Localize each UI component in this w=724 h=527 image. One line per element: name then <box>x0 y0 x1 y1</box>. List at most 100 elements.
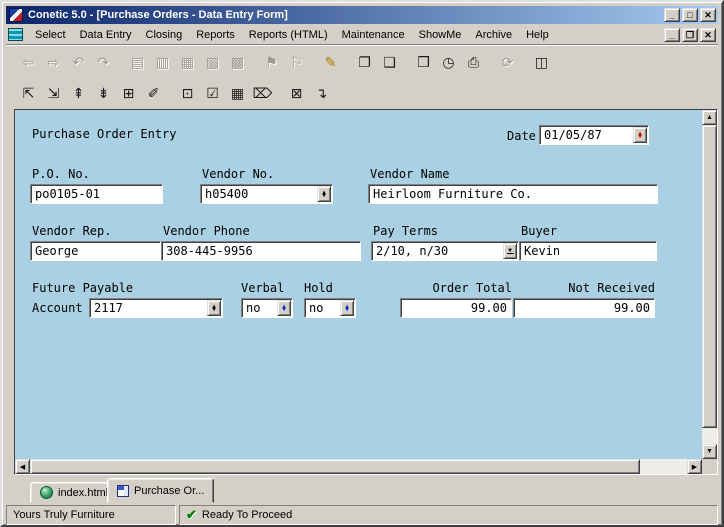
refresh-icon[interactable]: ⟳ <box>495 52 520 74</box>
app-icon <box>9 8 23 22</box>
menu-reports[interactable]: Reports <box>189 26 242 44</box>
pay-terms-input[interactable] <box>372 242 518 260</box>
edit-icon[interactable]: ✎ <box>318 52 343 74</box>
paste-icon[interactable]: ❑ <box>377 52 402 74</box>
mdi-minimize-button[interactable]: _ <box>664 28 680 42</box>
scroll-right-button[interactable]: ▶ <box>687 459 702 474</box>
menu-data-entry[interactable]: Data Entry <box>73 26 139 44</box>
toolbar-row-1: ⇦ ⇨ ↶ ↷ ▤ ▥ ▦ ▧ ▩ ⚑ ⚐ ✎ ❐ ❑ ❒ ◷ ⎙ ⟳ ◫ <box>6 47 718 79</box>
run-icon[interactable]: ↴ <box>309 83 334 105</box>
tab-index-html[interactable]: index.html <box>30 482 118 503</box>
date-spinner[interactable]: ▲ ▼ <box>633 127 647 143</box>
form-title: Purchase Order Entry <box>32 127 177 141</box>
form-icon[interactable] <box>8 28 23 41</box>
grid-icon[interactable]: ▦ <box>175 52 200 74</box>
exit-icon[interactable]: ◫ <box>529 52 554 74</box>
company-name: Yours Truly Furniture <box>13 509 115 521</box>
scroll-down-button[interactable]: ▼ <box>702 444 717 459</box>
pay-terms-field: ▼ <box>371 241 519 261</box>
order-total-input[interactable] <box>401 299 511 317</box>
scrollbar-corner <box>702 459 717 474</box>
vendor-number-field: ▲ ▼ <box>200 184 333 204</box>
po-number-input[interactable] <box>31 185 162 203</box>
mdi-window-controls: _ ❐ ✕ <box>664 28 718 42</box>
report-icon[interactable]: ▤ <box>125 52 150 74</box>
doc-last-icon[interactable]: ⇲ <box>41 83 66 105</box>
date-input[interactable] <box>540 126 648 144</box>
order-total-label: Order Total <box>400 281 512 295</box>
account-field: ▲ ▼ <box>89 298 223 318</box>
menu-archive[interactable]: Archive <box>468 26 519 44</box>
hold-spinner[interactable]: ▲ ▼ <box>340 300 354 316</box>
pay-terms-dropdown-button[interactable]: ▼ <box>503 243 517 259</box>
not-received-field <box>513 298 655 318</box>
page-down-icon[interactable]: ⇟ <box>91 83 116 105</box>
scroll-left-button[interactable]: ◀ <box>15 459 30 474</box>
new-doc-icon[interactable]: ⊞ <box>116 83 141 105</box>
delete-icon[interactable]: ⌦ <box>250 83 275 105</box>
menu-help[interactable]: Help <box>519 26 556 44</box>
vendor-number-label: Vendor No. <box>202 167 274 181</box>
verify-icon[interactable]: ☑ <box>200 83 225 105</box>
forward-icon[interactable]: ⇨ <box>41 52 66 74</box>
calculator-icon[interactable]: ▦ <box>225 83 250 105</box>
account-spinner[interactable]: ▲ ▼ <box>207 300 221 316</box>
tab-label: index.html <box>58 487 108 499</box>
monitor-icon[interactable]: ⊡ <box>175 83 200 105</box>
menu-showme[interactable]: ShowMe <box>412 26 469 44</box>
list-icon[interactable]: ▥ <box>150 52 175 74</box>
status-panel: ✔ Ready To Proceed <box>179 505 718 525</box>
clock-icon[interactable]: ◷ <box>436 52 461 74</box>
account-input[interactable] <box>90 299 222 317</box>
vendor-rep-input[interactable] <box>31 242 160 260</box>
flag-outline-icon[interactable]: ⚐ <box>284 52 309 74</box>
table-icon[interactable]: ⊠ <box>284 83 309 105</box>
purchase-order-form: Purchase Order Entry Date ▲ ▼ P.O. No. V… <box>15 110 702 459</box>
vertical-scrollbar[interactable]: ▲ ▼ <box>702 110 717 459</box>
buyer-input[interactable] <box>520 242 656 260</box>
window-icon[interactable]: ❒ <box>411 52 436 74</box>
window-title: Conetic 5.0 - [Purchase Orders - Data En… <box>28 9 664 21</box>
form-icon <box>117 485 129 497</box>
minimize-button[interactable]: _ <box>664 8 680 22</box>
back-icon[interactable]: ⇦ <box>16 52 41 74</box>
page-up-icon[interactable]: ⇞ <box>66 83 91 105</box>
undo-icon[interactable]: ↶ <box>66 52 91 74</box>
close-button[interactable]: ✕ <box>700 8 716 22</box>
menu-reports-html[interactable]: Reports (HTML) <box>242 26 335 44</box>
vendor-number-spinner[interactable]: ▲ ▼ <box>317 186 331 202</box>
spin-down-icon: ▼ <box>322 194 326 197</box>
po-number-label: P.O. No. <box>32 167 90 181</box>
scroll-up-button[interactable]: ▲ <box>702 110 717 125</box>
menu-select[interactable]: Select <box>28 26 73 44</box>
mdi-close-button[interactable]: ✕ <box>700 28 716 42</box>
mdi-restore-button[interactable]: ❐ <box>682 28 698 42</box>
edit-doc-icon[interactable]: ✐ <box>141 83 166 105</box>
verbal-spinner[interactable]: ▲ ▼ <box>277 300 291 316</box>
vendor-phone-input[interactable] <box>162 242 360 260</box>
check-icon: ✔ <box>186 507 197 523</box>
menu-maintenance[interactable]: Maintenance <box>335 26 412 44</box>
data-icon[interactable]: ▩ <box>225 52 250 74</box>
hold-label: Hold <box>304 281 333 295</box>
vertical-scroll-thumb[interactable] <box>702 125 717 428</box>
spin-down-icon: ▼ <box>638 135 642 138</box>
tab-purchase-orders[interactable]: Purchase Or... <box>107 478 214 503</box>
not-received-input[interactable] <box>514 299 654 317</box>
vendor-name-input[interactable] <box>369 185 657 203</box>
horizontal-scrollbar[interactable]: ◀ ▶ <box>15 459 702 474</box>
print-icon[interactable]: ⎙ <box>461 52 486 74</box>
spin-down-icon: ▼ <box>282 308 286 311</box>
flag-icon[interactable]: ⚑ <box>259 52 284 74</box>
horizontal-scroll-thumb[interactable] <box>30 459 640 474</box>
vendor-rep-field <box>30 241 161 261</box>
maximize-button[interactable]: □ <box>682 8 698 22</box>
vendor-number-input[interactable] <box>201 185 332 203</box>
doc-first-icon[interactable]: ⇱ <box>16 83 41 105</box>
redo-icon[interactable]: ↷ <box>91 52 116 74</box>
main-window: Conetic 5.0 - [Purchase Orders - Data En… <box>0 0 724 527</box>
chart-icon[interactable]: ▧ <box>200 52 225 74</box>
verbal-field: ▲ ▼ <box>241 298 293 318</box>
copy-icon[interactable]: ❐ <box>352 52 377 74</box>
menu-closing[interactable]: Closing <box>139 26 190 44</box>
